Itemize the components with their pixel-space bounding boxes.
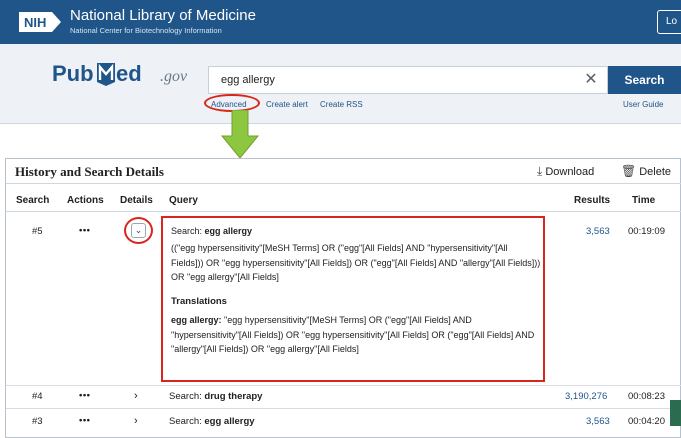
row-query[interactable]: Search: drug therapy	[169, 391, 262, 402]
column-header-actions: Actions	[67, 195, 104, 206]
query-prefix: Search:	[169, 391, 202, 402]
row-time: 00:19:09	[628, 226, 665, 237]
query-search-line[interactable]: Search: egg allergy	[171, 224, 541, 239]
chevron-right-icon[interactable]: ›	[134, 390, 138, 402]
down-arrow-icon	[220, 110, 260, 159]
side-feedback-tab[interactable]	[670, 400, 681, 426]
column-header-details: Details	[120, 195, 153, 206]
nih-logo[interactable]: NIH	[18, 11, 62, 33]
row-time: 00:04:20	[628, 416, 665, 427]
query-term: egg allergy	[204, 226, 253, 236]
query-prefix: Search:	[171, 226, 203, 236]
pubmed-header-panel: NIH National Library of Medicine Nationa…	[0, 0, 681, 124]
download-icon: ⤓	[537, 164, 543, 178]
history-panel: History and Search Details ⤓ Download 🗑 De…	[5, 158, 681, 438]
row-divider	[6, 385, 681, 386]
row-results-count[interactable]: 3,563	[586, 416, 610, 427]
row-search-number: #4	[32, 391, 43, 402]
search-button[interactable]: Search	[608, 66, 681, 94]
header-divider	[6, 211, 681, 212]
translation-body: "egg hypersensitivity"[MeSH Terms] OR ("…	[171, 315, 535, 354]
query-term: drug therapy	[204, 391, 263, 402]
user-guide-link[interactable]: User Guide	[623, 100, 663, 109]
row-time: 00:08:23	[628, 391, 665, 402]
pubmed-logo-pub: Pub	[52, 61, 94, 86]
delete-label: Delete	[639, 166, 672, 178]
details-highlight-circle	[124, 217, 153, 244]
download-label: Download	[545, 166, 595, 178]
search-input[interactable]	[208, 66, 608, 94]
query-details-text: (("egg hypersensitivity"[MeSH Terms] OR …	[171, 243, 541, 282]
column-header-time: Time	[632, 195, 656, 206]
row-actions-menu[interactable]: •••	[79, 225, 90, 236]
history-title: History and Search Details	[15, 164, 164, 179]
ncbi-subtitle: National Center for Biotechnology Inform…	[70, 26, 222, 35]
row-actions-menu[interactable]: •••	[79, 390, 90, 401]
pubmed-logo-mark	[97, 63, 115, 86]
translations-text: egg allergy: "egg hypersensitivity"[MeSH…	[171, 313, 541, 357]
nih-bar: NIH National Library of Medicine Nationa…	[0, 0, 681, 44]
query-details-box: Search: egg allergy (("egg hypersensitiv…	[161, 216, 545, 382]
create-rss-link[interactable]: Create RSS	[320, 100, 363, 109]
pubmed-logo-med: ed	[116, 61, 142, 86]
download-button[interactable]: ⤓ Download	[537, 164, 594, 179]
row-search-number: #5	[32, 226, 43, 237]
nih-logo-text: NIH	[24, 15, 46, 30]
row-search-number: #3	[32, 416, 43, 427]
title-divider	[6, 183, 681, 184]
delete-button[interactable]: 🗑 Delete	[621, 164, 671, 178]
query-term: egg allergy	[204, 416, 255, 427]
row-results-count[interactable]: 3,563	[586, 226, 610, 237]
login-button[interactable]: Lo	[657, 10, 681, 34]
trash-icon: 🗑	[621, 164, 637, 178]
close-icon[interactable]: ✕	[580, 69, 602, 91]
row-divider	[6, 408, 681, 409]
create-alert-link[interactable]: Create alert	[266, 100, 308, 109]
pubmed-logo-gov: .gov	[160, 68, 188, 85]
search-area: Pub ed .gov ✕ Search Advanced Create ale…	[0, 44, 681, 124]
query-prefix: Search:	[169, 416, 202, 427]
row-query[interactable]: Search: egg allergy	[169, 416, 255, 427]
column-header-results: Results	[574, 195, 611, 206]
chevron-right-icon[interactable]: ›	[134, 415, 138, 427]
translations-title: Translations	[171, 296, 227, 307]
row-results-count[interactable]: 3,190,276	[565, 391, 607, 402]
row-actions-menu[interactable]: •••	[79, 415, 90, 426]
translation-term: egg allergy:	[171, 315, 222, 325]
column-header-search: Search	[16, 195, 50, 206]
ncbi-title: National Library of Medicine	[70, 7, 256, 24]
column-header-query: Query	[169, 195, 198, 206]
